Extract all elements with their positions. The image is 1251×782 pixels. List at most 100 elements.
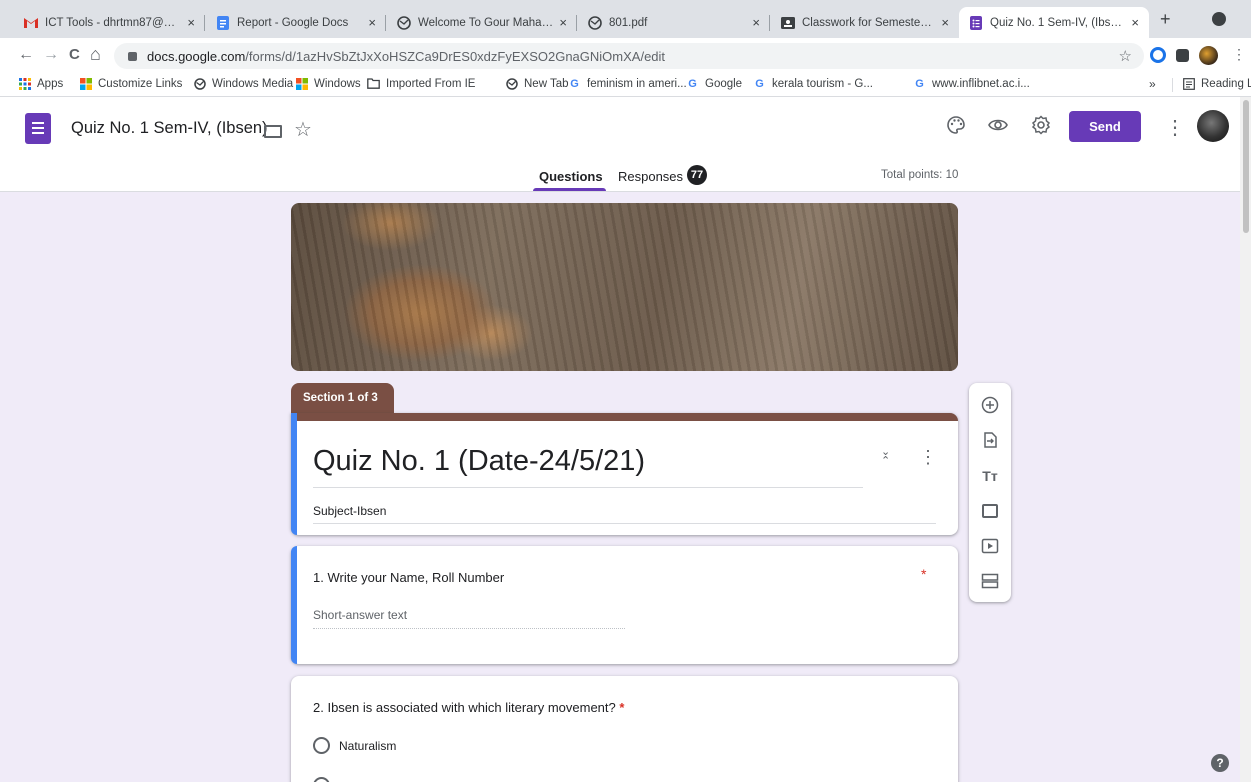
bookmark-apps[interactable]: Apps <box>18 77 63 90</box>
google-icon: G <box>755 77 764 90</box>
close-icon[interactable]: × <box>752 15 760 30</box>
doc-title[interactable]: Quiz No. 1 Sem-IV, (Ibsen) <box>71 119 268 138</box>
description-underline <box>313 523 936 524</box>
bookmark-feminism[interactable]: G feminism in ameri... <box>568 77 686 90</box>
add-title-icon[interactable]: Tт <box>969 468 1011 484</box>
more-options-icon[interactable]: ⋮ <box>1165 115 1185 140</box>
url-bar[interactable]: docs.google.com/forms/d/1azHvSbZtJxXoHSZ… <box>114 43 1144 69</box>
extension-icon[interactable] <box>1150 47 1166 63</box>
settings-gear-icon[interactable] <box>1031 115 1051 141</box>
forms-icon <box>969 15 983 30</box>
avatar[interactable] <box>1197 110 1229 142</box>
browser-tab-quiz[interactable]: Quiz No. 1 Sem-IV, (Ibsen) × <box>959 7 1149 38</box>
forward-button[interactable]: → <box>43 46 59 64</box>
scrollbar-thumb[interactable] <box>1243 100 1249 233</box>
folder-icon <box>367 77 380 90</box>
bookmarks-overflow-button[interactable]: » <box>1149 77 1156 91</box>
profile-avatar-icon[interactable] <box>1199 46 1218 65</box>
option-1-label: Naturalism <box>339 739 397 753</box>
home-button[interactable]: ⌂ <box>90 44 101 65</box>
browser-tab-gmail[interactable]: ICT Tools - dhrtmn87@gma × <box>14 7 205 38</box>
add-video-icon[interactable] <box>969 538 1011 558</box>
close-icon[interactable]: × <box>368 15 376 30</box>
question-1-text[interactable]: 1. Write your Name, Roll Number <box>313 570 504 585</box>
add-section-icon[interactable] <box>969 573 1011 593</box>
google-icon: G <box>570 77 579 90</box>
section-more-icon[interactable]: ⋮ <box>919 447 937 468</box>
docs-icon <box>216 15 230 30</box>
question-card-2[interactable]: 2. Ibsen is associated with which litera… <box>291 676 958 782</box>
extensions-puzzle-icon[interactable] <box>1176 49 1189 62</box>
close-icon[interactable]: × <box>559 15 567 30</box>
classroom-icon <box>781 16 795 30</box>
browser-menu-icon[interactable]: ⋮ <box>1232 46 1246 63</box>
bookmark-windows-media[interactable]: Windows Media <box>193 77 293 90</box>
close-icon[interactable]: × <box>941 15 949 30</box>
profile-menu-icon[interactable] <box>1212 12 1226 26</box>
title-underline <box>313 487 863 488</box>
question-2-text[interactable]: 2. Ibsen is associated with which litera… <box>313 700 624 715</box>
gmail-icon <box>24 16 38 30</box>
apps-grid-icon <box>18 77 31 90</box>
url-path: /forms/d/1azHvSbZtJxXoHSZCa9DrES0xdzFyEX… <box>245 48 666 64</box>
windows-icon <box>79 77 92 90</box>
bookmark-google[interactable]: G Google <box>686 77 742 90</box>
globe-icon <box>397 15 411 30</box>
browser-tab-strip: ICT Tools - dhrtmn87@gma × Report - Goog… <box>0 0 1251 38</box>
forms-app-icon[interactable] <box>25 113 51 144</box>
header-banner-image <box>291 203 958 371</box>
folder-icon[interactable] <box>264 125 282 138</box>
globe-icon <box>505 77 518 90</box>
responses-count-badge: 77 <box>687 165 707 185</box>
tab-questions[interactable]: Questions <box>539 169 603 184</box>
google-icon: G <box>915 77 924 90</box>
close-icon[interactable]: × <box>1131 15 1139 30</box>
new-tab-button[interactable]: + <box>1160 9 1171 30</box>
radio-option-1[interactable] <box>313 737 330 754</box>
star-icon[interactable]: ☆ <box>294 117 312 142</box>
bookmark-inflibnet[interactable]: G www.inflibnet.ac.i... <box>913 77 1030 90</box>
reload-button[interactable]: C <box>69 46 80 63</box>
browser-tab-college[interactable]: Welcome To Gour Mahavid × <box>387 7 577 38</box>
bookmark-customize-links[interactable]: Customize Links <box>79 77 182 90</box>
globe-icon <box>193 77 206 90</box>
browser-tab-pdf[interactable]: 801.pdf × <box>578 7 770 38</box>
required-mark: * <box>921 566 927 582</box>
send-button[interactable]: Send <box>1069 111 1141 142</box>
bookmark-new-tab[interactable]: New Tab <box>505 77 569 90</box>
windows-icon <box>295 77 308 90</box>
radio-option-2[interactable] <box>313 777 330 782</box>
active-tab-indicator <box>533 188 606 191</box>
url-host: docs.google.com <box>147 48 246 64</box>
question-card-1[interactable]: 1. Write your Name, Roll Number * Short-… <box>291 546 958 664</box>
browser-tab-classroom[interactable]: Classwork for Semester-IV × <box>771 7 959 38</box>
add-image-icon[interactable] <box>982 504 998 518</box>
bookmarks-bar: Apps Customize Links Windows Media Windo… <box>0 73 1251 97</box>
preview-eye-icon[interactable] <box>988 115 1008 141</box>
bookmark-star-icon[interactable]: ☆ <box>1119 47 1132 65</box>
address-toolbar: ← → C ⌂ docs.google.com/forms/d/1azHvSbZ… <box>0 38 1251 73</box>
palette-icon[interactable] <box>946 115 966 141</box>
section-label: Section 1 of 3 <box>291 383 394 413</box>
forms-header: Quiz No. 1 Sem-IV, (Ibsen) ☆ Send ⋮ Ques… <box>0 97 1251 192</box>
form-title-card[interactable]: Quiz No. 1 (Date-24/5/21) ⌄ ⌃ ⋮ Subject-I… <box>291 413 958 535</box>
collapse-section-icon[interactable]: ⌄ ⌃ <box>881 447 890 467</box>
browser-tab-docs[interactable]: Report - Google Docs × <box>206 7 386 38</box>
bookmark-kerala-tourism[interactable]: G kerala tourism - G... <box>753 77 873 90</box>
tab-responses[interactable]: Responses <box>618 169 683 184</box>
form-description[interactable]: Subject-Ibsen <box>313 504 386 518</box>
reading-list-button[interactable]: Reading List <box>1182 77 1251 90</box>
import-questions-icon[interactable] <box>969 431 1011 453</box>
form-title[interactable]: Quiz No. 1 (Date-24/5/21) <box>313 445 645 478</box>
bookmark-imported-from-ie[interactable]: Imported From IE <box>367 77 475 90</box>
google-icon: G <box>688 77 697 90</box>
close-icon[interactable]: × <box>187 15 195 30</box>
required-mark: * <box>619 700 625 715</box>
short-answer-placeholder: Short-answer text <box>313 608 625 629</box>
add-question-icon[interactable] <box>969 396 1011 418</box>
bookmarks-divider <box>1172 78 1173 92</box>
bookmark-windows[interactable]: Windows <box>295 77 361 90</box>
help-icon[interactable]: ? <box>1211 754 1229 772</box>
reading-list-icon <box>1182 77 1195 90</box>
back-button[interactable]: ← <box>18 46 34 64</box>
